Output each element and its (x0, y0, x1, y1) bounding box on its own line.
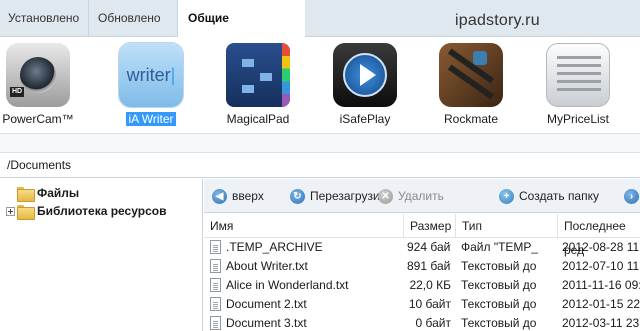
file-name: .TEMP_ARCHIVE (210, 238, 406, 257)
more-button[interactable]: › (624, 188, 640, 205)
file-name: Alice in Wonderland.txt (210, 276, 406, 295)
app-item-mypricelist[interactable]: MyPriceList (528, 43, 628, 126)
column-modified[interactable]: Последнее ред (558, 214, 640, 257)
file-date: 2012-07-10 11:1 (562, 259, 640, 273)
file-size: 924 байт (407, 240, 451, 254)
table-row[interactable]: Document 2.txt 10 байт Текстовый до 2012… (204, 295, 640, 314)
tab-updated[interactable]: Обновлено (90, 0, 178, 37)
file-list: .TEMP_ARCHIVE 924 байт Файл "TEMP_ 2012-… (204, 238, 640, 331)
refresh-icon: ↻ (290, 189, 305, 205)
delete-icon: ✕ (378, 189, 393, 205)
new-folder-button[interactable]: + Создать папку (499, 188, 599, 205)
file-icon (210, 277, 221, 292)
column-name[interactable]: Имя (204, 214, 404, 238)
app-label: PowerCam™ (2, 112, 74, 126)
column-type[interactable]: Тип (456, 214, 558, 238)
folder-tree: Файлы Библиотека ресурсов (0, 179, 203, 331)
file-date: 2011-11-16 09:1 (562, 278, 640, 292)
file-size: 891 байт (407, 259, 451, 273)
file-name: About Writer.txt (210, 257, 406, 276)
app-item-powercam[interactable]: HD PowerCam™ (0, 43, 88, 126)
app-label: MyPriceList (546, 112, 609, 126)
file-icon (210, 296, 221, 311)
file-size: 10 байт (408, 297, 451, 311)
file-list-header: Имя Размер Тип Последнее ред (204, 214, 640, 257)
tab-shared-documents[interactable]: Общие документы (178, 0, 305, 62)
table-row[interactable]: Document 3.txt 0 байт Текстовый до 2012-… (204, 314, 640, 331)
tree-item-label: Библиотека ресурсов (37, 204, 167, 218)
arrow-left-icon: ◀ (212, 189, 227, 205)
tree-item-resource-library[interactable]: Библиотека ресурсов (6, 202, 167, 221)
column-size[interactable]: Размер (404, 214, 456, 238)
divider (0, 133, 640, 153)
file-date: 2012-03-11 23:4 (562, 316, 640, 330)
file-icon (210, 258, 221, 273)
app-item-ia-writer[interactable]: writer| iA Writer (101, 42, 201, 126)
app-item-isafeplay[interactable]: iSafePlay (315, 43, 415, 126)
tree-item-files[interactable]: Файлы (6, 184, 80, 203)
file-type: Текстовый до (461, 259, 537, 273)
table-row[interactable]: .TEMP_ARCHIVE 924 байт Файл "TEMP_ 2012-… (204, 238, 640, 257)
file-type: Текстовый до (461, 297, 537, 311)
camera-icon: HD (6, 43, 70, 107)
app-item-magicalpad[interactable]: MagicalPad (208, 43, 308, 126)
up-label: вверх (232, 189, 264, 203)
play-icon (333, 43, 397, 107)
delete-button[interactable]: ✕ Удалить (378, 188, 444, 205)
file-date: 2012-08-28 11:2 (562, 240, 640, 254)
more-icon: › (624, 189, 639, 205)
file-icon (210, 315, 221, 330)
up-button[interactable]: ◀ вверх (212, 188, 264, 205)
app-label: MagicalPad (226, 112, 290, 126)
new-folder-icon: + (499, 189, 514, 205)
app-label: Rockmate (443, 112, 499, 126)
expander (6, 189, 15, 198)
delete-label: Удалить (398, 189, 444, 203)
file-name: Document 2.txt (210, 295, 406, 314)
app-list: HD PowerCam™ writer| iA Writer MagicalPa… (0, 37, 640, 133)
file-icon (210, 239, 221, 254)
table-row[interactable]: About Writer.txt 891 байт Текстовый до 2… (204, 257, 640, 276)
path-field[interactable]: /Documents (0, 153, 640, 178)
folder-icon (17, 205, 35, 221)
file-type: Файл "TEMP_ (461, 240, 539, 254)
tab-bar: Установлено Обновлено Общие документы ip… (0, 0, 640, 62)
app-item-rockmate[interactable]: Rockmate (421, 43, 521, 126)
magicalpad-icon (226, 43, 290, 107)
file-size: 22,0 КБ (409, 278, 451, 292)
file-toolbar: ◀ вверх ↻ Перезагрузить ✕ Удалить + Создать … (204, 179, 640, 213)
folder-icon (17, 187, 35, 203)
pricelist-icon (546, 43, 610, 107)
file-date: 2012-01-15 22:5 (562, 297, 640, 311)
watermark: ipadstory.ru (455, 12, 540, 29)
reload-button[interactable]: ↻ Перезагрузить (290, 188, 391, 205)
writer-icon: writer| (118, 42, 184, 108)
table-row[interactable]: Alice in Wonderland.txt 22,0 КБ Текстовы… (204, 276, 640, 295)
file-type: Текстовый до (461, 316, 537, 330)
file-size: 0 байт (415, 316, 451, 330)
tab-installed[interactable]: Установлено (0, 0, 89, 37)
rockmate-icon (439, 43, 503, 107)
app-label: iA Writer (126, 112, 176, 126)
new-folder-label: Создать папку (519, 189, 599, 203)
tree-item-label: Файлы (37, 186, 80, 200)
expand-plus-icon[interactable] (6, 207, 15, 217)
file-name: Document 3.txt (210, 314, 406, 331)
app-label: iSafePlay (339, 112, 391, 126)
file-type: Текстовый до (461, 278, 537, 292)
